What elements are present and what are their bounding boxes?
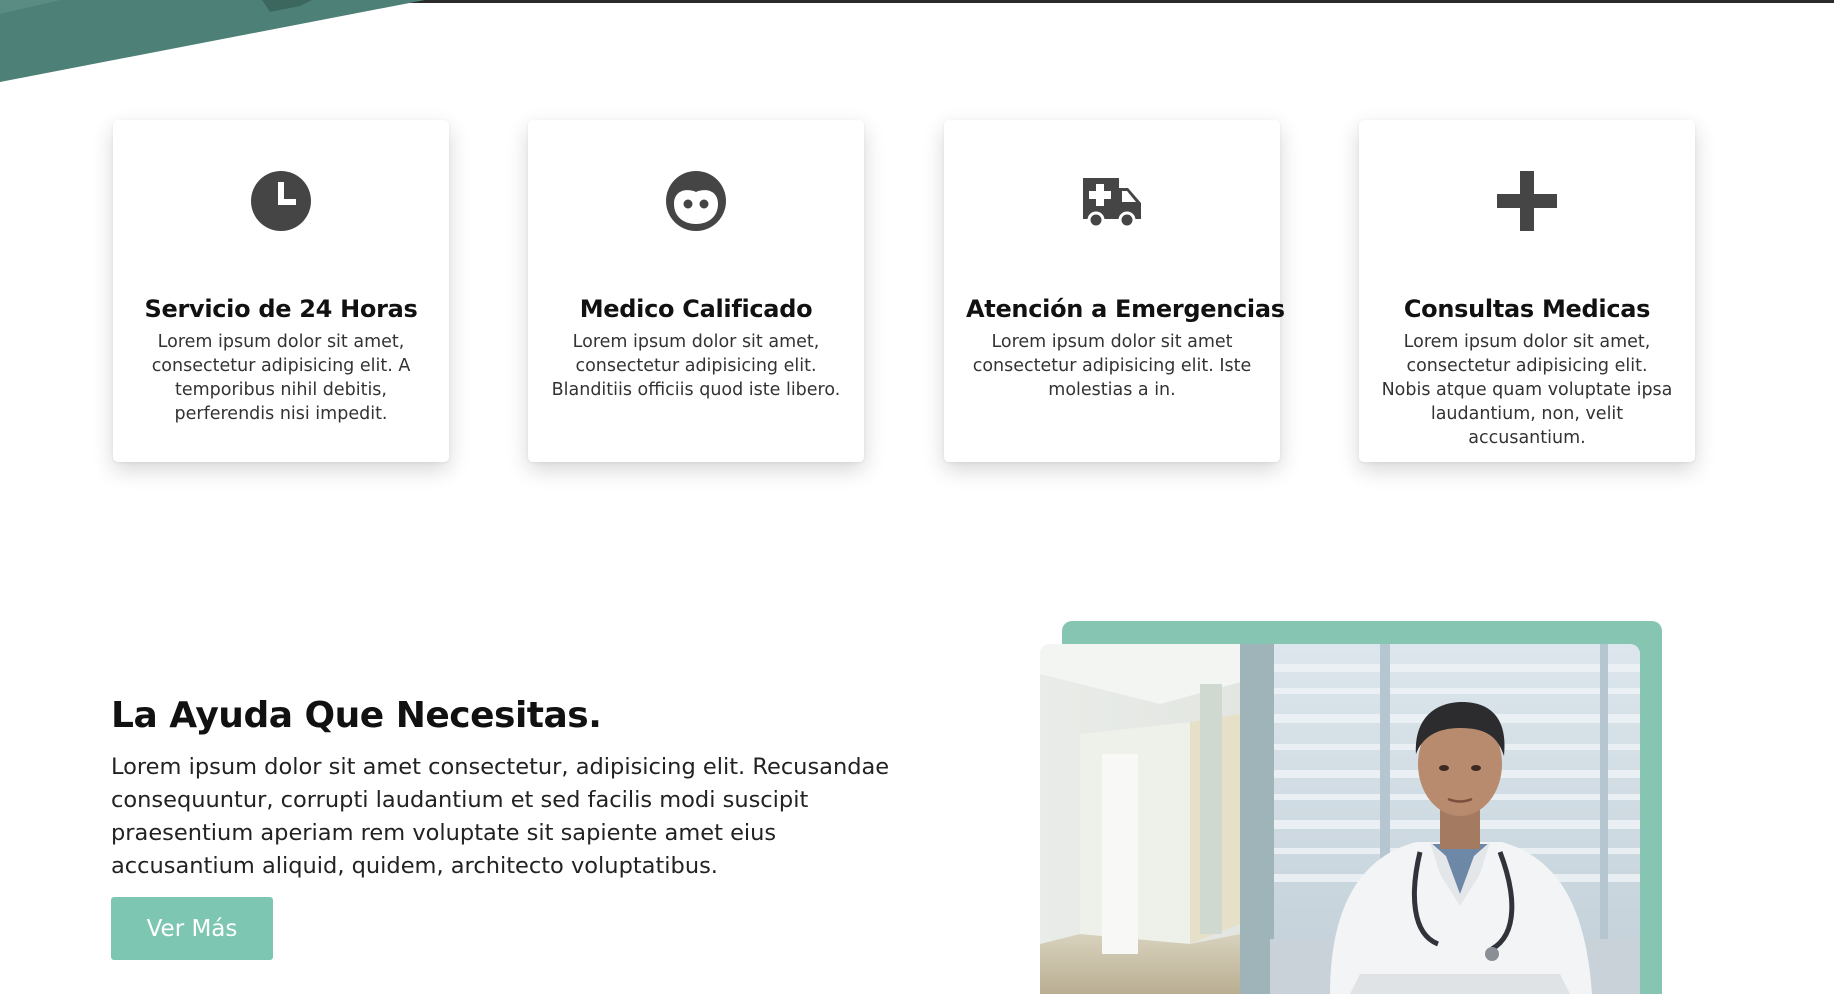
see-more-button[interactable]: Ver Más xyxy=(111,897,273,960)
plus-icon xyxy=(1496,170,1558,232)
service-card-emergencies: Atención a Emergencias Lorem ipsum dolor… xyxy=(944,120,1285,462)
clock-icon xyxy=(250,170,312,232)
service-title: Atención a Emergencias xyxy=(966,295,1285,323)
service-card-qualified-doctor: Medico Calificado Lorem ipsum dolor sit … xyxy=(528,120,864,462)
about-heading: La Ayuda Que Necesitas. xyxy=(111,695,602,736)
services-section: Servicio de 24 Horas Lorem ipsum dolor s… xyxy=(0,0,1834,500)
doctor-photo xyxy=(1040,644,1640,994)
service-card-24-hours: Servicio de 24 Horas Lorem ipsum dolor s… xyxy=(113,120,449,462)
service-title: Consultas Medicas xyxy=(1403,295,1651,323)
service-card-consultations: Consultas Medicas Lorem ipsum dolor sit … xyxy=(1359,120,1695,462)
service-title: Medico Calificado xyxy=(579,295,813,323)
smiley-face-icon xyxy=(665,170,727,232)
service-description: Lorem ipsum dolor sit amet, consectetur … xyxy=(151,332,411,424)
service-title: Servicio de 24 Horas xyxy=(144,295,418,323)
ambulance-icon xyxy=(1081,170,1143,232)
service-description: Lorem ipsum dolor sit amet consectetur a… xyxy=(972,332,1252,400)
service-description: Lorem ipsum dolor sit amet, consectetur … xyxy=(1381,332,1673,448)
about-description: Lorem ipsum dolor sit amet consectetur, … xyxy=(111,754,890,879)
service-description: Lorem ipsum dolor sit amet, consectetur … xyxy=(551,332,841,400)
